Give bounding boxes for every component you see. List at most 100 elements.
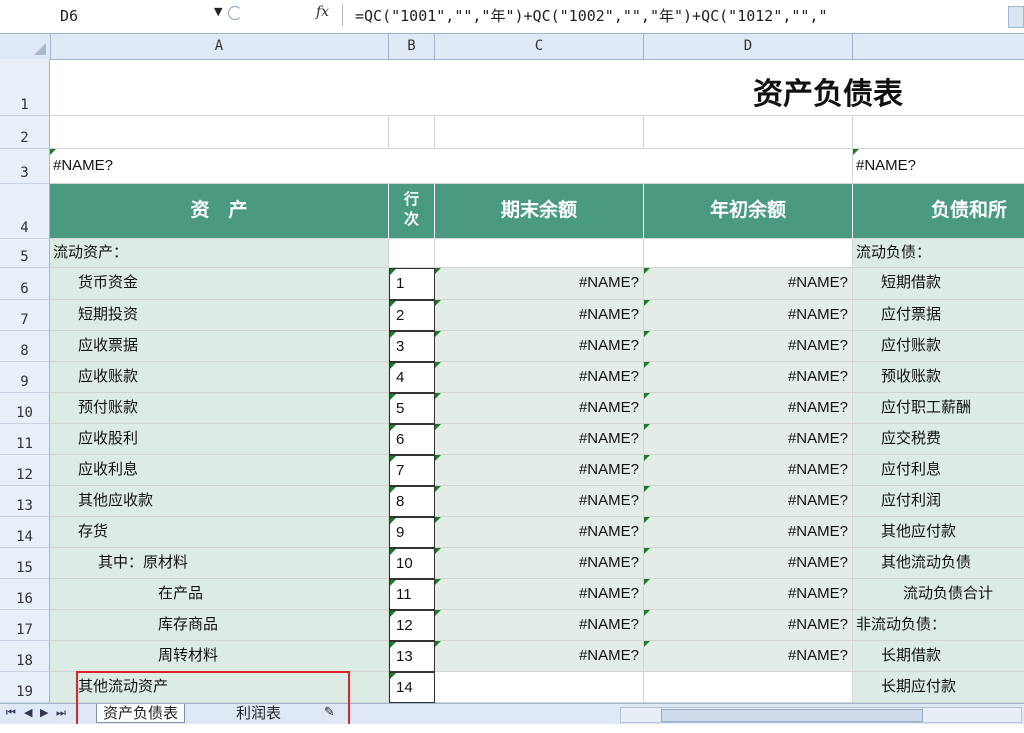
prev-sheet-icon[interactable]: ◀	[24, 706, 32, 719]
end-balance-cell[interactable]	[435, 239, 644, 268]
asset-item-cell[interactable]: 短期投资	[50, 300, 389, 331]
end-balance-cell[interactable]: #NAME?	[435, 579, 644, 610]
row-header[interactable]: 6	[0, 268, 50, 300]
line-number-cell[interactable]: 8	[389, 486, 435, 517]
header-line-no[interactable]: 行次	[389, 184, 435, 239]
line-number-cell[interactable]: 3	[389, 331, 435, 362]
line-number-cell[interactable]: 5	[389, 393, 435, 424]
begin-balance-cell[interactable]: #NAME?	[644, 362, 853, 393]
header-begin-balance[interactable]: 年初余额	[644, 184, 853, 239]
asset-item-cell[interactable]: 库存商品	[50, 610, 389, 641]
asset-item-cell[interactable]: 应收账款	[50, 362, 389, 393]
end-balance-cell[interactable]: #NAME?	[435, 548, 644, 579]
cell-a2[interactable]	[50, 116, 389, 149]
asset-item-cell[interactable]: 货币资金	[50, 268, 389, 300]
row-header[interactable]: 13	[0, 486, 50, 517]
asset-item-cell[interactable]: 预付账款	[50, 393, 389, 424]
row-header[interactable]: 19	[0, 672, 50, 703]
line-number-cell[interactable]: 2	[389, 300, 435, 331]
name-box[interactable]: D6	[60, 6, 170, 26]
liability-item-cell[interactable]: 非流动负债：	[853, 610, 1024, 641]
formula-input[interactable]: =QC("1001","","年")+QC("1002","","年")+QC(…	[355, 4, 1005, 28]
begin-balance-cell[interactable]: #NAME?	[644, 579, 853, 610]
asset-item-cell[interactable]: 流动资产：	[50, 239, 389, 268]
row-header[interactable]: 14	[0, 517, 50, 548]
line-number-cell[interactable]: 11	[389, 579, 435, 610]
row-header[interactable]: 17	[0, 610, 50, 641]
cell-a3[interactable]: #NAME?	[50, 149, 853, 184]
column-header-e[interactable]	[853, 34, 1024, 59]
liability-item-cell[interactable]: 其他流动负债	[853, 548, 1024, 579]
liability-item-cell[interactable]: 预收账款	[853, 362, 1024, 393]
asset-item-cell[interactable]: 存货	[50, 517, 389, 548]
end-balance-cell[interactable]: #NAME?	[435, 486, 644, 517]
liability-item-cell[interactable]: 应付利息	[853, 455, 1024, 486]
liability-item-cell[interactable]: 其他应付款	[853, 517, 1024, 548]
liability-item-cell[interactable]: 流动负债：	[853, 239, 1024, 268]
liability-item-cell[interactable]: 长期应付款	[853, 672, 1024, 703]
header-asset[interactable]: 资 产	[50, 184, 389, 239]
liability-item-cell[interactable]: 应付票据	[853, 300, 1024, 331]
header-liability[interactable]: 负债和所	[853, 184, 1024, 239]
row-header[interactable]: 5	[0, 239, 50, 268]
cell-c2[interactable]	[435, 116, 644, 149]
first-sheet-icon[interactable]: ⏮	[6, 706, 16, 720]
horizontal-scrollbar[interactable]	[620, 707, 1022, 723]
last-sheet-icon[interactable]: ⏭	[56, 706, 66, 720]
end-balance-cell[interactable]: #NAME?	[435, 362, 644, 393]
end-balance-cell[interactable]	[435, 672, 644, 703]
line-number-cell[interactable]: 12	[389, 610, 435, 641]
end-balance-cell[interactable]: #NAME?	[435, 268, 644, 300]
liability-item-cell[interactable]: 应付账款	[853, 331, 1024, 362]
row-header[interactable]: 12	[0, 455, 50, 486]
column-header-c[interactable]: C	[435, 34, 644, 59]
line-number-cell[interactable]: 6	[389, 424, 435, 455]
column-header-d[interactable]: D	[644, 34, 853, 59]
end-balance-cell[interactable]: #NAME?	[435, 641, 644, 672]
liability-item-cell[interactable]: 应付利润	[853, 486, 1024, 517]
asset-item-cell[interactable]: 其他应收款	[50, 486, 389, 517]
row-header-1[interactable]: 1	[0, 59, 50, 116]
liability-item-cell[interactable]: 应交税费	[853, 424, 1024, 455]
cell-e3[interactable]: #NAME?	[853, 149, 1024, 184]
cell-b2[interactable]	[389, 116, 435, 149]
cell-e2[interactable]	[853, 116, 1024, 149]
liability-item-cell[interactable]: 短期借款	[853, 268, 1024, 300]
next-sheet-icon[interactable]: ▶	[40, 706, 48, 719]
line-number-cell[interactable]: 9	[389, 517, 435, 548]
row-header[interactable]: 10	[0, 393, 50, 424]
line-number-cell[interactable]: 13	[389, 641, 435, 672]
line-number-cell[interactable]	[389, 239, 435, 268]
formula-expand-button[interactable]	[1008, 6, 1024, 28]
begin-balance-cell[interactable]: #NAME?	[644, 517, 853, 548]
end-balance-cell[interactable]: #NAME?	[435, 610, 644, 641]
begin-balance-cell[interactable]: #NAME?	[644, 331, 853, 362]
line-number-cell[interactable]: 14	[389, 672, 435, 703]
end-balance-cell[interactable]: #NAME?	[435, 517, 644, 548]
asset-item-cell[interactable]: 周转材料	[50, 641, 389, 672]
row-header-4[interactable]: 4	[0, 184, 50, 239]
begin-balance-cell[interactable]: #NAME?	[644, 610, 853, 641]
row-header[interactable]: 9	[0, 362, 50, 393]
begin-balance-cell[interactable]	[644, 672, 853, 703]
column-header-b[interactable]: B	[389, 34, 435, 59]
liability-item-cell[interactable]: 长期借款	[853, 641, 1024, 672]
end-balance-cell[interactable]: #NAME?	[435, 393, 644, 424]
cancel-circle-icon[interactable]	[228, 6, 242, 20]
end-balance-cell[interactable]: #NAME?	[435, 455, 644, 486]
end-balance-cell[interactable]: #NAME?	[435, 424, 644, 455]
cell-d2[interactable]	[644, 116, 853, 149]
line-number-cell[interactable]: 10	[389, 548, 435, 579]
begin-balance-cell[interactable]: #NAME?	[644, 393, 853, 424]
title-cell[interactable]: 资产负债表	[50, 59, 1024, 116]
horizontal-scroll-thumb[interactable]	[661, 709, 923, 722]
end-balance-cell[interactable]: #NAME?	[435, 331, 644, 362]
row-header[interactable]: 15	[0, 548, 50, 579]
row-header[interactable]: 11	[0, 424, 50, 455]
header-end-balance[interactable]: 期末余额	[435, 184, 644, 239]
row-header-2[interactable]: 2	[0, 116, 50, 149]
row-header[interactable]: 16	[0, 579, 50, 610]
begin-balance-cell[interactable]: #NAME?	[644, 641, 853, 672]
line-number-cell[interactable]: 1	[389, 268, 435, 300]
name-box-dropdown-icon[interactable]: ▼	[214, 5, 222, 18]
